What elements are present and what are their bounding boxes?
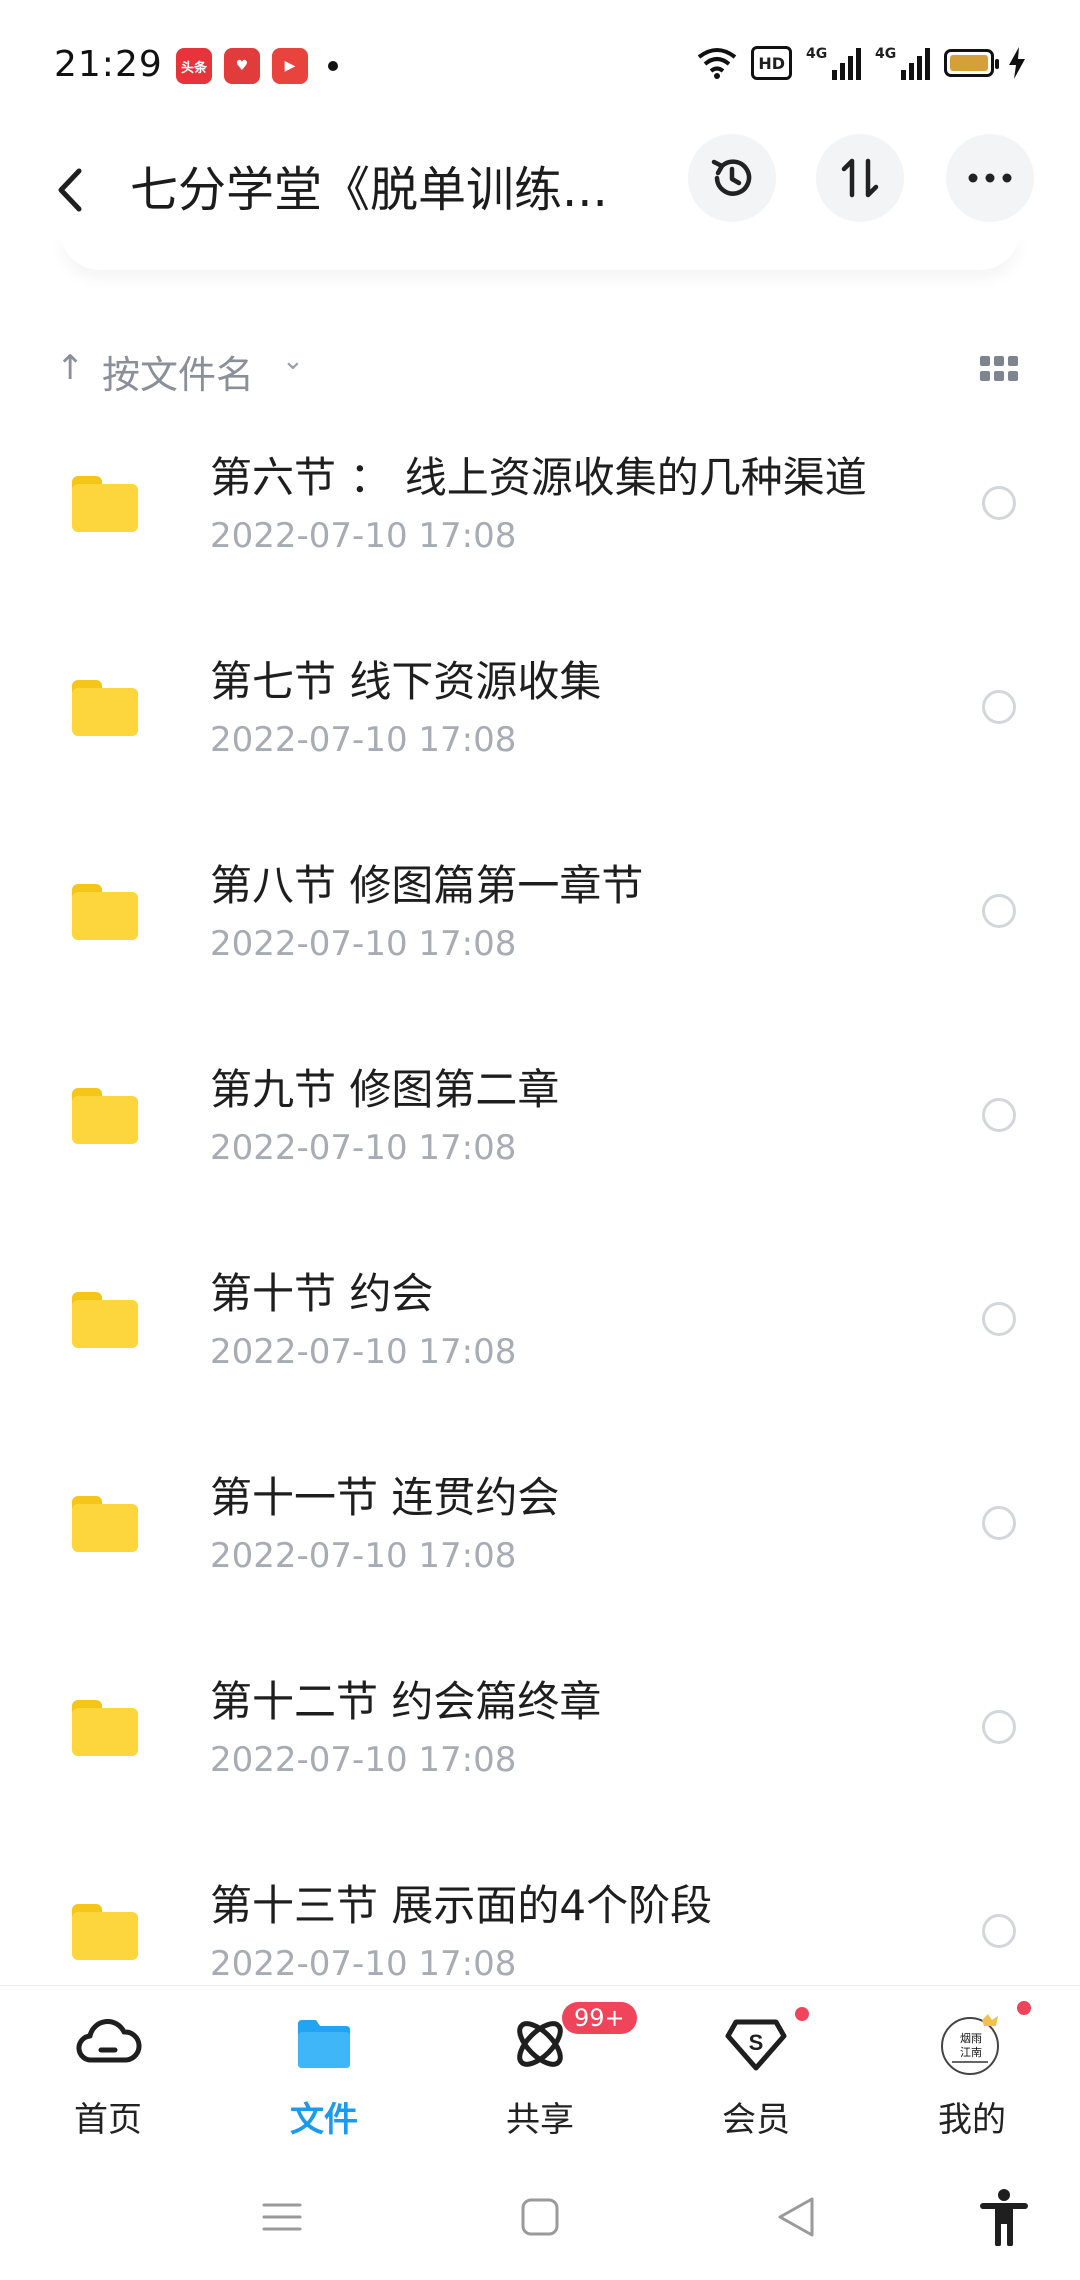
select-checkbox[interactable] (982, 1914, 1016, 1948)
file-name: 第十一节 连贯约会 (210, 1473, 560, 1522)
vip-diamond-icon: S (725, 2019, 787, 2071)
select-checkbox[interactable] (982, 1098, 1016, 1132)
system-nav-bar (0, 2155, 1080, 2280)
select-checkbox[interactable] (982, 1710, 1016, 1744)
grid-view-icon[interactable] (980, 356, 1018, 382)
tab-label: 会员 (722, 2100, 790, 2140)
tab-home[interactable]: 首页 (0, 1986, 216, 2156)
history-icon (711, 159, 752, 196)
notification-apps: 头条 ♥ ▶ (176, 48, 338, 84)
file-row[interactable]: 第七节 线下资源收集 2022-07-10 17:08 (0, 634, 1080, 838)
file-name: 第七节 线下资源收集 (210, 657, 602, 706)
folder-icon (298, 2020, 350, 2068)
select-checkbox[interactable] (982, 1506, 1016, 1540)
toutiao-app-icon: 头条 (176, 48, 212, 84)
tab-files[interactable]: 文件 (216, 1986, 432, 2156)
video-app-icon: ▶ (272, 48, 308, 84)
bottom-tab-bar: 首页 文件 99+ 共享 S 会员 烟雨 江南 我的 (0, 1985, 1080, 2155)
tab-label: 共享 (506, 2100, 574, 2140)
folder-icon (72, 476, 138, 532)
file-row[interactable]: 第六节 ： 线上资源收集的几种渠道 2022-07-10 17:08 (0, 430, 1080, 634)
svg-text:S: S (749, 2030, 764, 2055)
history-button[interactable] (688, 134, 776, 222)
file-row[interactable]: 第八节 修图篇第一章节 2022-07-10 17:08 (0, 838, 1080, 1042)
charging-icon (1009, 47, 1025, 79)
tab-share[interactable]: 99+ 共享 (432, 1986, 648, 2156)
file-date: 2022-07-10 17:08 (210, 516, 517, 556)
svg-text:江南: 江南 (960, 2046, 982, 2059)
more-notifications-dot (328, 61, 338, 71)
file-row[interactable]: 第十二节 约会篇终章 2022-07-10 17:08 (0, 1654, 1080, 1858)
sort-by-name-dropdown[interactable]: 按文件名 (102, 344, 254, 399)
folder-icon (72, 1292, 138, 1348)
more-icon (968, 173, 1012, 183)
sort-direction-icon[interactable]: ↑ (56, 348, 85, 388)
file-name: 第九节 修图第二章 (210, 1065, 560, 1114)
avatar-icon: 烟雨 江南 (941, 2014, 999, 2075)
select-checkbox[interactable] (982, 486, 1016, 520)
file-date: 2022-07-10 17:08 (210, 1332, 517, 1372)
folder-icon (72, 1496, 138, 1552)
folder-icon (72, 1700, 138, 1756)
file-name: 第八节 修图篇第一章节 (210, 861, 644, 910)
hd-voice-icon: HD (751, 46, 792, 80)
signal-icon-2: 4G (875, 46, 930, 80)
battery-icon (944, 49, 999, 77)
back-triangle-icon (778, 2197, 814, 2237)
transfer-button[interactable] (816, 134, 904, 222)
page-title: 七分学堂《脱单训练... (130, 162, 608, 218)
file-row[interactable]: 第九节 修图第二章 2022-07-10 17:08 (0, 1042, 1080, 1246)
file-date: 2022-07-10 17:08 (210, 1128, 517, 1168)
file-list: 第六节 ： 线上资源收集的几种渠道 2022-07-10 17:08 第七节 线… (0, 430, 1080, 2062)
file-date: 2022-07-10 17:08 (210, 720, 517, 760)
file-name: 第十二节 约会篇终章 (210, 1677, 602, 1726)
file-row[interactable]: 第十节 约会 2022-07-10 17:08 (0, 1246, 1080, 1450)
accessibility-button[interactable] (974, 2187, 1034, 2247)
folder-icon (72, 680, 138, 736)
nav-home-button[interactable] (510, 2187, 570, 2247)
chevron-down-icon[interactable]: ⌄ (282, 346, 304, 376)
status-time: 21:29 (54, 44, 163, 85)
tab-label: 文件 (290, 2100, 358, 2140)
more-options-button[interactable] (946, 134, 1034, 222)
profile-red-dot (1014, 1998, 1034, 2018)
tab-label: 我的 (938, 2100, 1006, 2140)
search-area-edge (60, 230, 1020, 270)
nav-back-button[interactable] (766, 2187, 826, 2247)
select-checkbox[interactable] (982, 894, 1016, 928)
file-date: 2022-07-10 17:08 (210, 1740, 517, 1780)
home-square-icon (521, 2198, 559, 2236)
menu-icon (262, 2203, 302, 2231)
select-checkbox[interactable] (982, 690, 1016, 724)
back-icon (58, 168, 82, 212)
nav-menu-button[interactable] (252, 2187, 312, 2247)
file-date: 2022-07-10 17:08 (210, 1944, 517, 1984)
cloud-icon (76, 2019, 142, 2063)
svg-text:烟雨: 烟雨 (960, 2031, 982, 2045)
folder-icon (72, 1904, 138, 1960)
tab-vip[interactable]: S 会员 (648, 1986, 864, 2156)
sort-row: ↑ 按文件名 ⌄ (0, 330, 1080, 410)
heart-app-icon: ♥ (224, 48, 260, 84)
signal-icon-1: 4G (806, 46, 861, 80)
folder-icon (72, 884, 138, 940)
status-indicators: HD 4G 4G (697, 46, 1026, 80)
file-row[interactable]: 第十一节 连贯约会 2022-07-10 17:08 (0, 1450, 1080, 1654)
tab-mine[interactable]: 烟雨 江南 我的 (864, 1986, 1080, 2156)
file-name: 第十节 约会 (210, 1269, 434, 1318)
accessibility-icon (980, 2189, 1028, 2246)
back-button[interactable] (40, 152, 100, 228)
vip-red-dot (792, 2004, 812, 2024)
wifi-icon (698, 48, 737, 79)
tab-label: 首页 (74, 2100, 142, 2140)
file-name: 第十三节 展示面的4个阶段 (210, 1881, 713, 1930)
select-checkbox[interactable] (982, 1302, 1016, 1336)
status-bar: 21:29 头条 ♥ ▶ HD 4G 4G (0, 0, 1080, 130)
file-date: 2022-07-10 17:08 (210, 1536, 517, 1576)
notification-badge: 99+ (562, 2002, 637, 2034)
file-date: 2022-07-10 17:08 (210, 924, 517, 964)
folder-icon (72, 1088, 138, 1144)
transfer-sort-icon (841, 158, 879, 198)
file-name: 第六节 ： 线上资源收集的几种渠道 (210, 453, 867, 502)
